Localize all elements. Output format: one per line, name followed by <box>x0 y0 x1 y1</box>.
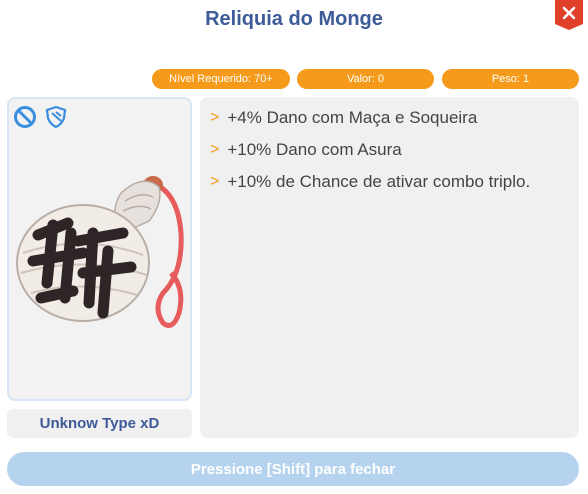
description-text: +4% Dano com Maça e Soqueira <box>227 108 478 127</box>
close-button[interactable] <box>555 0 583 30</box>
item-type-label: Unknow Type xD <box>7 409 192 438</box>
description-line: > +4% Dano com Maça e Soqueira <box>210 108 477 128</box>
description-text: +10% de Chance de ativar combo triplo. <box>227 172 531 191</box>
shield-icon <box>45 105 67 129</box>
item-title: Reliquia do Monge <box>205 8 383 30</box>
description-line: > +10% Dano com Asura <box>210 140 402 160</box>
bullet-arrow: > <box>210 109 220 126</box>
close-hint-button[interactable]: Pressione [Shift] para fechar <box>7 452 579 486</box>
bullet-arrow: > <box>210 141 220 158</box>
weight-badge: Peso: 1 <box>442 69 579 89</box>
description-line: > +10% de Chance de ativar combo triplo. <box>210 172 530 192</box>
item-description-panel: > +4% Dano com Maça e Soqueira > +10% Da… <box>200 97 579 438</box>
description-text: +10% Dano com Asura <box>227 140 402 159</box>
bullet-arrow: > <box>210 173 220 190</box>
item-image-panel <box>7 97 192 401</box>
close-icon <box>562 6 576 20</box>
required-level-badge: Nível Requerido: 70+ <box>152 69 290 89</box>
no-equip-icon <box>14 106 36 128</box>
monk-relic-gourd-image <box>16 176 184 328</box>
value-badge: Valor: 0 <box>297 69 434 89</box>
